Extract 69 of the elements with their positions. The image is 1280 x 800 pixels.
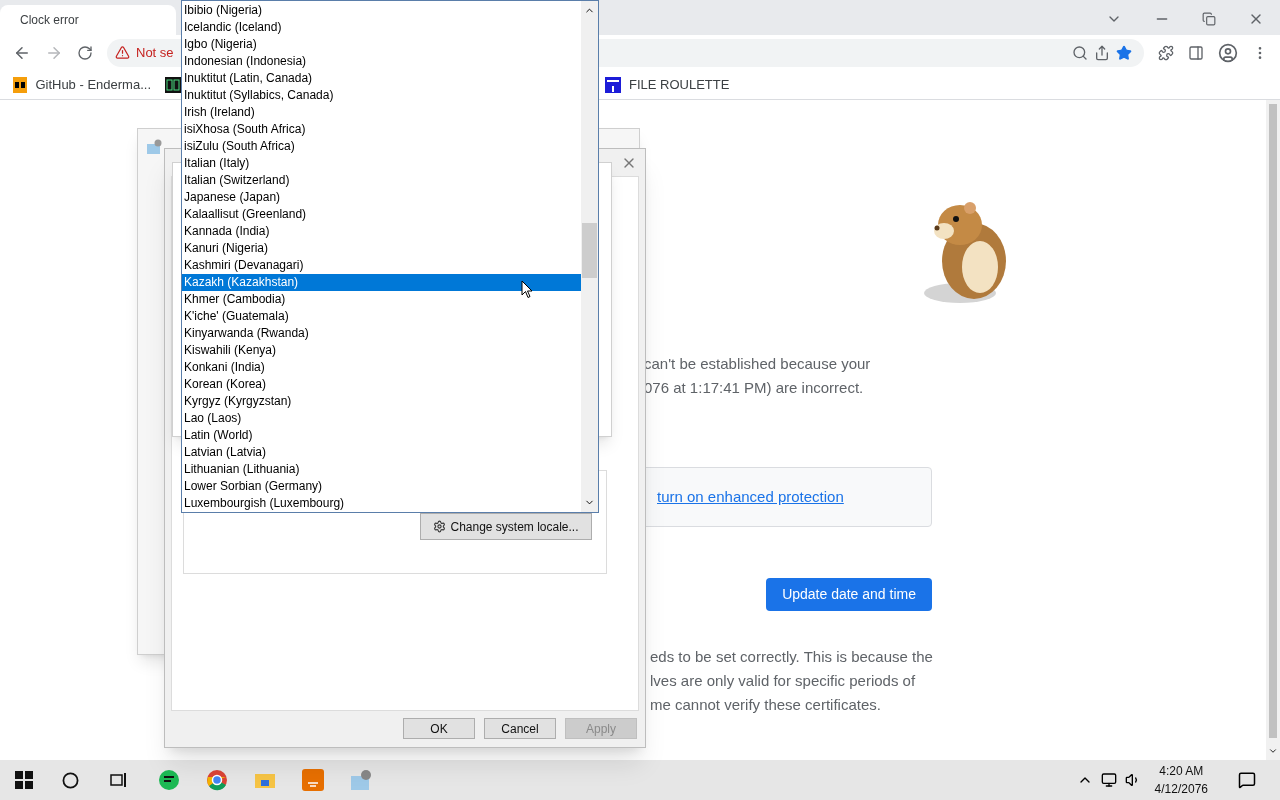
locale-option[interactable]: Icelandic (Iceland) bbox=[182, 19, 581, 36]
locale-option[interactable]: Italian (Italy) bbox=[182, 155, 581, 172]
locale-option[interactable]: Kannada (India) bbox=[182, 223, 581, 240]
locale-option[interactable]: Inuktitut (Latin, Canada) bbox=[182, 70, 581, 87]
locale-option[interactable]: Ibibio (Nigeria) bbox=[182, 2, 581, 19]
dialog-button[interactable]: OK bbox=[403, 718, 475, 739]
locale-option[interactable]: Kanuri (Nigeria) bbox=[182, 240, 581, 257]
locale-option[interactable]: Japanese (Japan) bbox=[182, 189, 581, 206]
settings-window-icon[interactable] bbox=[350, 769, 372, 791]
locale-option[interactable]: Kinyarwanda (Rwanda) bbox=[182, 325, 581, 342]
clock[interactable]: 4:20 AM 4/12/2076 bbox=[1154, 762, 1208, 798]
explanation-text: lves are only valid for specific periods of bbox=[650, 671, 917, 690]
warning-icon bbox=[115, 45, 130, 60]
locale-option[interactable]: Lower Sorbian (Germany) bbox=[182, 478, 581, 495]
locale-option[interactable]: Khmer (Cambodia) bbox=[182, 291, 581, 308]
locale-option[interactable]: Kalaallisut (Greenland) bbox=[182, 206, 581, 223]
locale-option[interactable]: Kiswahili (Kenya) bbox=[182, 342, 581, 359]
locale-option[interactable]: Konkani (India) bbox=[182, 359, 581, 376]
change-locale-button[interactable]: Change system locale... bbox=[420, 513, 592, 540]
network-icon[interactable] bbox=[1100, 772, 1117, 788]
bookmark-logo-icon bbox=[13, 76, 28, 93]
locale-dropdown-menu[interactable] bbox=[181, 0, 599, 513]
locale-option[interactable]: Kashmiri (Devanagari) bbox=[182, 257, 581, 274]
explanation-text: me cannot verify these certificates. bbox=[650, 695, 882, 714]
window-icon bbox=[146, 139, 162, 155]
search-icon[interactable] bbox=[62, 771, 79, 789]
bookmark-star-icon[interactable] bbox=[1116, 44, 1132, 61]
locale-option[interactable]: Inuktitut (Syllabics, Canada) bbox=[182, 87, 581, 104]
update-date-button[interactable]: Update date and time bbox=[766, 578, 932, 611]
profile-icon[interactable] bbox=[1218, 42, 1238, 63]
locale-option[interactable]: isiXhosa (South Africa) bbox=[182, 121, 581, 138]
scrollbar[interactable] bbox=[1266, 100, 1280, 760]
chrome-icon[interactable] bbox=[206, 769, 228, 791]
notifications-icon[interactable] bbox=[1238, 771, 1256, 789]
locale-option[interactable]: Luxembourgish (Luxembourg) bbox=[182, 495, 581, 512]
browser-tab[interactable]: Clock error bbox=[0, 5, 176, 35]
scroll-down-icon[interactable] bbox=[1268, 746, 1278, 756]
locale-option[interactable]: isiZulu (South Africa) bbox=[182, 138, 581, 155]
enhanced-protection-link[interactable]: turn on enhanced protection bbox=[657, 485, 844, 509]
list-scrollbar[interactable] bbox=[581, 1, 598, 512]
restore-icon[interactable] bbox=[1202, 12, 1216, 26]
windows-logo-icon[interactable] bbox=[15, 771, 33, 789]
share-icon[interactable] bbox=[1094, 44, 1110, 61]
bookmark[interactable]: FILE ROULETTE bbox=[601, 72, 734, 97]
chat-app-icon[interactable] bbox=[158, 769, 180, 791]
locale-option[interactable]: Italian (Switzerland) bbox=[182, 172, 581, 189]
mouse-cursor-icon bbox=[521, 280, 533, 299]
locale-option[interactable]: Irish (Ireland) bbox=[182, 104, 581, 121]
locale-option[interactable]: Lao (Laos) bbox=[182, 410, 581, 427]
locale-option[interactable]: Latvian (Latvia) bbox=[182, 444, 581, 461]
gear-icon bbox=[433, 520, 447, 533]
extensions-icon[interactable] bbox=[1158, 44, 1174, 61]
bookmark[interactable]: GitHub - Enderma... bbox=[9, 72, 155, 97]
locale-option[interactable]: Igbo (Nigeria) bbox=[182, 36, 581, 53]
scroll-thumb[interactable] bbox=[582, 223, 597, 278]
dialog-button[interactable]: Cancel bbox=[484, 718, 556, 739]
locale-option[interactable]: Lithuanian (Lithuania) bbox=[182, 461, 581, 478]
locale-option[interactable]: K'iche' (Guatemala) bbox=[182, 308, 581, 325]
locale-option[interactable]: Indonesian (Indonesia) bbox=[182, 53, 581, 70]
locale-option[interactable]: Kyrgyz (Kyrgyzstan) bbox=[182, 393, 581, 410]
locale-option[interactable]: Kazakh (Kazakhstan) bbox=[182, 274, 581, 291]
reload-icon[interactable] bbox=[77, 44, 93, 61]
locale-option[interactable]: Korean (Korea) bbox=[182, 376, 581, 393]
explanation-text: eds to be set correctly. This is because the bbox=[650, 647, 934, 666]
bookmark-logo-icon bbox=[165, 76, 181, 93]
bookmark-logo-icon bbox=[605, 76, 621, 93]
task-view-icon[interactable] bbox=[110, 772, 128, 788]
locale-option[interactable]: Latin (World) bbox=[182, 427, 581, 444]
side-panel-icon[interactable] bbox=[1188, 44, 1204, 61]
